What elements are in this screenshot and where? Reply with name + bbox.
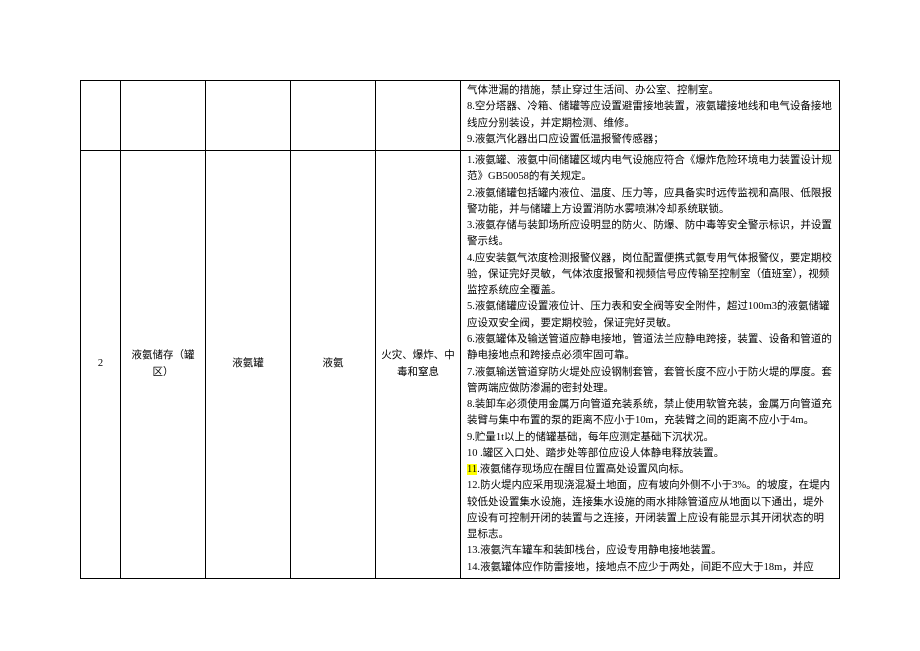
table-row: 气体泄漏的措施，禁止穿过生活间、办公室、控制室。8.空分塔器、冷箱、储罐等应设置… [81, 81, 840, 151]
cell-content: 1.液氨罐、液氨中间储罐区域内电气设施应符合《爆炸危险环境电力装置设计规范》GB… [461, 151, 840, 579]
table-row: 2液氨储存（罐区）液氨罐液氨火灾、爆炸、中毒和窒息1.液氨罐、液氨中间储罐区域内… [81, 151, 840, 579]
main-table: 气体泄漏的措施，禁止穿过生活间、办公室、控制室。8.空分塔器、冷箱、储罐等应设置… [80, 80, 840, 579]
document-table-wrapper: 气体泄漏的措施，禁止穿过生活间、办公室、控制室。8.空分塔器、冷箱、储罐等应设置… [0, 0, 920, 579]
cell-storage [121, 81, 206, 151]
cell-hazard: 火灾、爆炸、中毒和窒息 [376, 151, 461, 579]
cell-hazard [376, 81, 461, 151]
cell-content: 气体泄漏的措施，禁止穿过生活间、办公室、控制室。8.空分塔器、冷箱、储罐等应设置… [461, 81, 840, 151]
cell-material: 液氨 [291, 151, 376, 579]
cell-material [291, 81, 376, 151]
cell-num [81, 81, 121, 151]
cell-storage: 液氨储存（罐区） [121, 151, 206, 579]
cell-equipment [206, 81, 291, 151]
cell-num: 2 [81, 151, 121, 579]
cell-equipment: 液氨罐 [206, 151, 291, 579]
